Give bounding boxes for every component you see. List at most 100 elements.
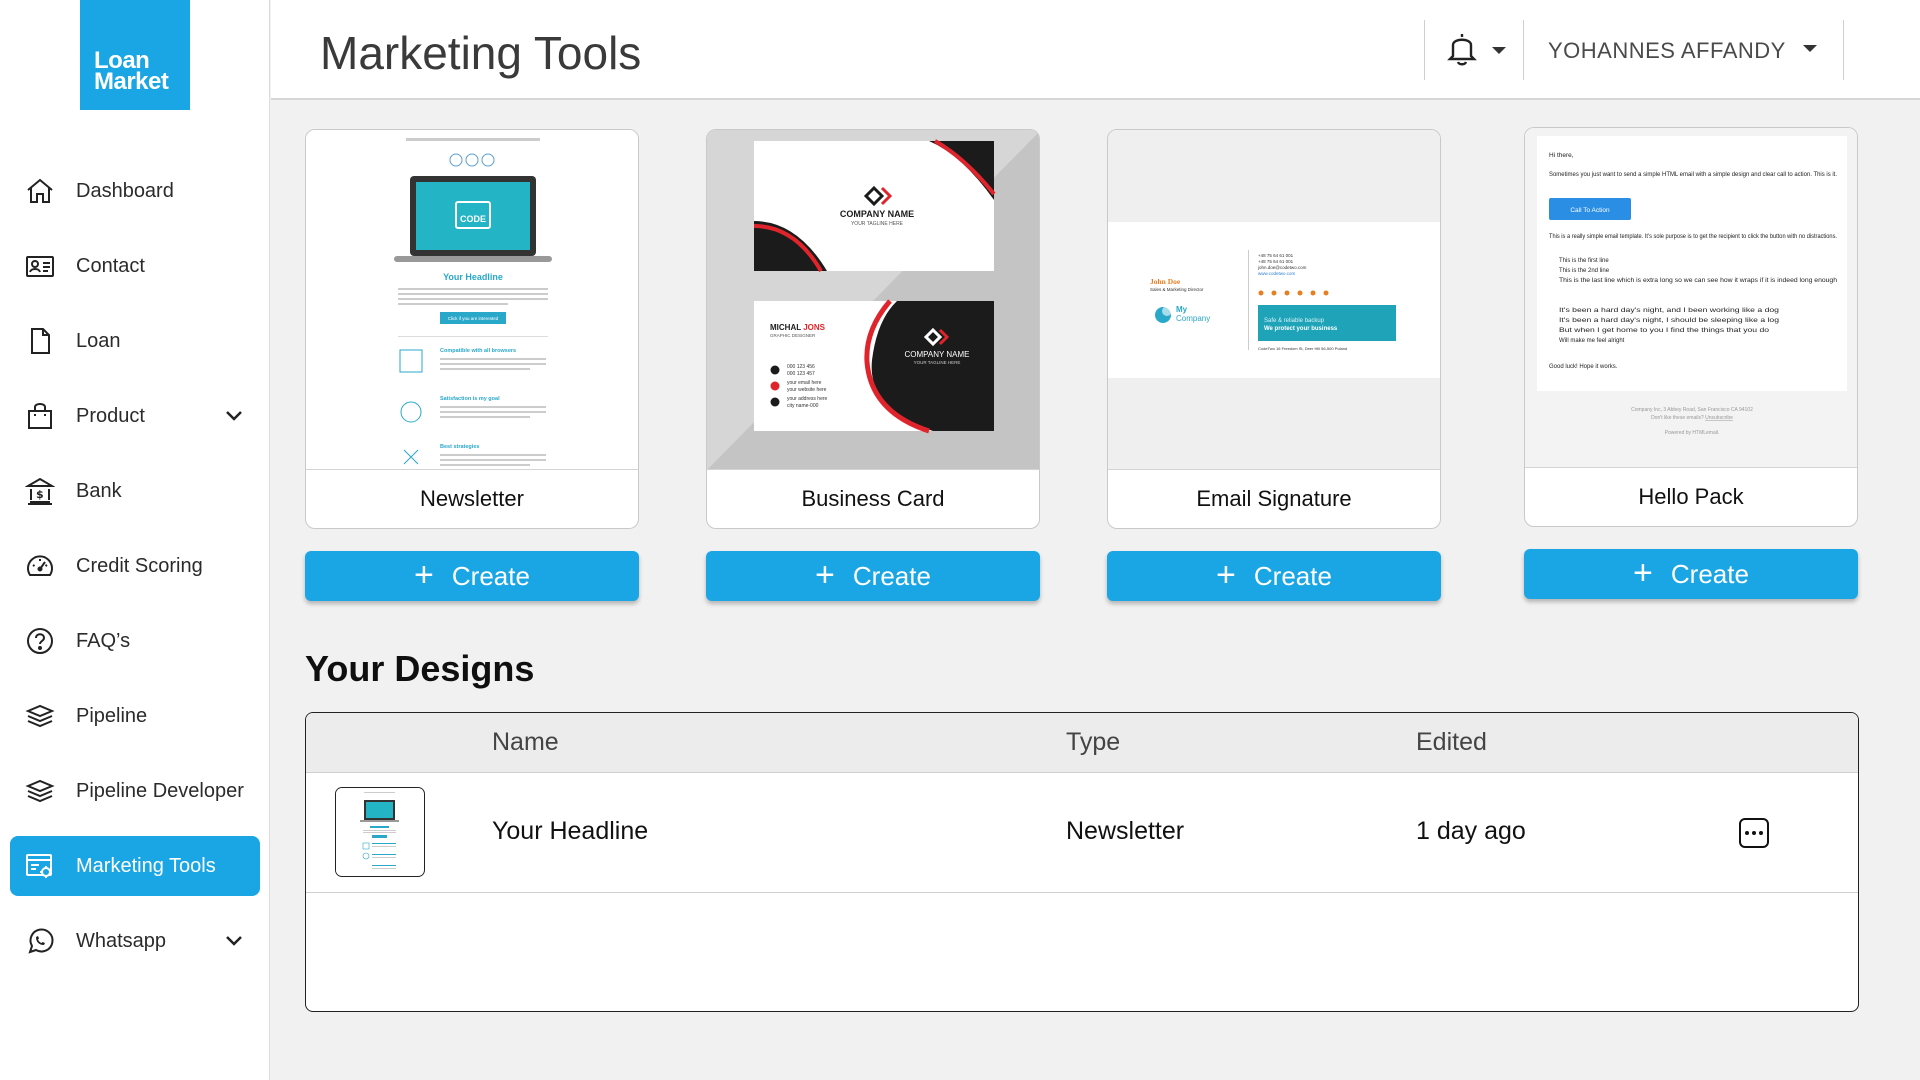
sig-banner-1: Safe & reliable backup [1264, 318, 1325, 324]
sidebar-nav: Dashboard Contact Loan Product $ Bank Cr… [10, 161, 260, 986]
shopping-bag-icon [24, 400, 56, 432]
sidebar-item-label: Whatsapp [76, 929, 167, 952]
sidebar-item-label: FAQ’s [76, 629, 131, 652]
table-row[interactable]: Your Headline Newsletter 1 day ago [306, 773, 1858, 893]
create-business-card-button[interactable]: + Create [706, 551, 1040, 601]
plus-icon: + [1633, 553, 1653, 592]
whatsapp-icon [24, 925, 56, 957]
template-label: Business Card [801, 486, 945, 511]
hp-numbered-1: It's been a hard day's night, and I been… [1559, 308, 1779, 314]
template-card-hello-pack[interactable]: Hi there, Sometimes you just want to sen… [1524, 127, 1858, 527]
question-circle-icon [24, 625, 56, 657]
hp-footer-1: Company Inc, 3 Abbey Road, San Francisco… [1631, 407, 1753, 413]
layers-icon [24, 700, 56, 732]
create-email-signature-button[interactable]: + Create [1107, 551, 1441, 601]
home-icon [24, 175, 56, 207]
sidebar-item-label: Contact [76, 254, 145, 277]
sidebar-item-dashboard[interactable]: Dashboard [10, 161, 260, 221]
create-button-label: Create [451, 560, 530, 591]
sig-email: john.doe@codetwo.com [1257, 265, 1307, 270]
sidebar-item-whatsapp[interactable]: Whatsapp [10, 911, 260, 971]
hp-greeting: Hi there, [1549, 152, 1574, 159]
sidebar-item-bank[interactable]: $ Bank [10, 461, 260, 521]
hp-footer-2: Don't like these emails? [1651, 415, 1704, 421]
layers-icon [24, 775, 56, 807]
chevron-down-icon[interactable] [222, 404, 246, 428]
plus-icon: + [815, 555, 835, 594]
table-header: Name Type Edited [306, 713, 1858, 773]
bell-icon[interactable] [1445, 30, 1479, 66]
sidebar-item-label: Loan [76, 329, 121, 352]
hp-numbered-3: But when I get home to you I find the th… [1559, 328, 1770, 334]
newsletter-feature-1: Compatible with all browsers [440, 348, 516, 354]
loan-market-logo[interactable]: Loan Market [80, 0, 190, 110]
template-label: Email Signature [1196, 486, 1352, 511]
hp-signoff: Good luck! Hope it works. [1549, 364, 1618, 370]
sig-name: John Doe [1150, 277, 1181, 286]
sidebar: Loan Market Dashboard Contact Loan Produ… [0, 0, 270, 1080]
sig-banner-2: We protect your business [1264, 326, 1338, 332]
sig-address: CodeTwo 16 Freedom St, Deer Hill 56-500 … [1258, 346, 1347, 351]
newsletter-preview: CODE Your Headline Click if you are inte… [306, 130, 638, 470]
sig-phone-2: +48 75 64 61 001 [1258, 259, 1294, 264]
create-button-label: Create [1670, 558, 1749, 589]
document-icon [24, 325, 56, 357]
design-edited: 1 day ago [1416, 817, 1526, 845]
bc-back-company: COMPANY NAME [904, 350, 969, 359]
contact-card-icon [24, 250, 56, 282]
template-card-newsletter[interactable]: CODE Your Headline Click if you are inte… [305, 129, 639, 529]
your-designs-title: Your Designs [305, 648, 535, 689]
column-header-type[interactable]: Type [1066, 728, 1120, 757]
sidebar-item-label: Marketing Tools [76, 854, 216, 877]
sidebar-item-credit-scoring[interactable]: Credit Scoring [10, 536, 260, 596]
user-dropdown-caret-icon[interactable] [1801, 43, 1819, 55]
hp-powered: Powered by HTMLemail. [1665, 430, 1720, 436]
sidebar-item-pipeline[interactable]: Pipeline [10, 686, 260, 746]
sidebar-item-faqs[interactable]: FAQ’s [10, 611, 260, 671]
user-name[interactable]: YOHANNES AFFANDY [1548, 38, 1786, 64]
bc-back-tagline: YOUR TAGLINE HERE [914, 360, 961, 365]
notifications-dropdown-caret-icon[interactable] [1490, 45, 1508, 57]
hp-intro: Sometimes you just want to send a simple… [1549, 171, 1837, 178]
bc-role: GRAPHIC DESIGNER [770, 333, 816, 338]
sidebar-item-contact[interactable]: Contact [10, 236, 260, 296]
sidebar-item-label: Dashboard [76, 179, 174, 202]
column-header-name[interactable]: Name [492, 728, 559, 757]
sidebar-item-loan[interactable]: Loan [10, 311, 260, 371]
bc-last-name: JONS [803, 323, 825, 332]
sig-website: www.codetwo.com [1258, 271, 1296, 276]
sidebar-item-marketing-tools[interactable]: Marketing Tools [10, 836, 260, 896]
bc-first-name: MICHAL [770, 323, 801, 332]
logo-line-2: Market [94, 68, 169, 95]
hp-cta: Call To Action [1570, 207, 1610, 214]
hp-unsubscribe-link[interactable]: Unsubscribe [1705, 415, 1733, 421]
sidebar-item-label: Pipeline Developer [76, 779, 244, 802]
email-signature-preview: John Doe Sales & Marketing Director My C… [1108, 130, 1440, 470]
svg-text:MICHAL JONS: MICHAL JONS [770, 323, 826, 332]
sidebar-item-label: Bank [76, 479, 122, 502]
plus-icon: + [1216, 555, 1236, 594]
template-card-business-card[interactable]: COMPANY NAME YOUR TAGLINE HERE COMPANY N… [706, 129, 1040, 529]
plus-icon: + [414, 555, 434, 594]
chevron-down-icon[interactable] [222, 929, 246, 953]
design-type: Newsletter [1066, 817, 1185, 845]
create-newsletter-button[interactable]: + Create [305, 551, 639, 601]
bank-icon: $ [24, 475, 56, 507]
newsletter-feature-3: Best strategies [440, 444, 479, 450]
template-card-email-signature[interactable]: John Doe Sales & Marketing Director My C… [1107, 129, 1441, 529]
hp-bullet-1: This is the first line [1559, 258, 1609, 264]
sidebar-item-product[interactable]: Product [10, 386, 260, 446]
sidebar-item-label: Credit Scoring [76, 554, 203, 577]
design-thumbnail[interactable] [335, 787, 425, 877]
header-divider [1843, 20, 1844, 80]
sidebar-item-label: Product [76, 404, 145, 427]
create-hello-pack-button[interactable]: + Create [1524, 549, 1858, 599]
more-options-icon[interactable] [1739, 818, 1769, 848]
design-name[interactable]: Your Headline [492, 817, 648, 846]
bc-email-1: your email here [787, 380, 822, 386]
hello-pack-preview: Hi there, Sometimes you just want to sen… [1525, 128, 1857, 468]
create-button-label: Create [1253, 560, 1332, 591]
column-header-edited[interactable]: Edited [1416, 728, 1487, 757]
sidebar-item-label: Pipeline [76, 704, 148, 727]
sidebar-item-pipeline-developer[interactable]: Pipeline Developer [10, 761, 260, 821]
